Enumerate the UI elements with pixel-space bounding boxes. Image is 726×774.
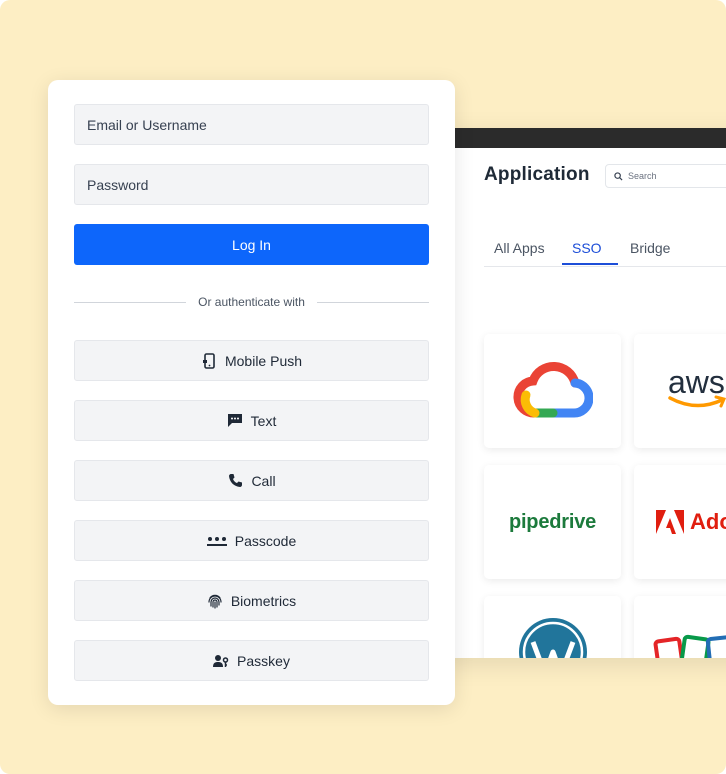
window-title-bar xyxy=(440,128,726,148)
mobile-push-icon xyxy=(201,352,217,369)
adobe-logo-text: Ado xyxy=(690,509,726,534)
app-card-adobe[interactable]: Ado xyxy=(634,465,726,579)
mobile-push-label: Mobile Push xyxy=(224,352,303,369)
divider-line-right xyxy=(316,301,430,303)
biometrics-button[interactable]: Biometrics xyxy=(74,580,429,621)
login-card: Email or Username Password Log In Or aut… xyxy=(48,80,455,705)
text-label: Text xyxy=(250,412,277,429)
pipedrive-logo: pipedrive xyxy=(508,510,597,533)
chat-bubble-icon xyxy=(227,413,243,429)
app-card-pipedrive[interactable]: pipedrive xyxy=(484,465,621,579)
phone-icon xyxy=(227,473,243,489)
call-button[interactable]: Call xyxy=(74,460,429,501)
page-background: Application Search All Apps SSO Bridge a… xyxy=(0,0,726,774)
tab-all-apps[interactable]: All Apps xyxy=(494,236,562,262)
app-card-wordpress[interactable] xyxy=(484,596,621,658)
tab-bridge[interactable]: Bridge xyxy=(618,236,678,262)
search-placeholder: Search xyxy=(628,171,657,181)
password-field[interactable]: Password xyxy=(74,164,429,205)
wordpress-logo xyxy=(518,618,587,658)
text-button[interactable]: Text xyxy=(74,400,429,441)
search-icon xyxy=(614,171,623,181)
fingerprint-icon xyxy=(207,593,223,609)
login-button[interactable]: Log In xyxy=(74,224,429,265)
adobe-a-icon xyxy=(656,510,684,534)
email-field[interactable]: Email or Username xyxy=(74,104,429,145)
app-card-zoho[interactable] xyxy=(634,596,726,658)
divider-line-left xyxy=(74,301,187,303)
passcode-button[interactable]: Passcode xyxy=(74,520,429,561)
app-title: Application xyxy=(484,164,590,185)
passkey-button[interactable]: Passkey xyxy=(74,640,429,681)
passcode-dots-icon xyxy=(206,533,227,549)
app-card-aws[interactable]: aws xyxy=(634,334,726,448)
app-card-google-cloud[interactable] xyxy=(484,334,621,448)
passcode-label: Passcode xyxy=(234,532,297,549)
tab-sso[interactable]: SSO xyxy=(562,236,618,265)
google-cloud-logo xyxy=(513,361,593,418)
passkey-user-icon xyxy=(213,653,229,669)
adobe-logo: Ado xyxy=(656,509,726,535)
aws-smile-icon xyxy=(668,395,726,408)
mobile-push-button[interactable]: Mobile Push xyxy=(74,340,429,381)
app-tabs: All Apps SSO Bridge xyxy=(484,236,726,267)
divider-text: Or authenticate with xyxy=(198,295,305,309)
app-search-input[interactable]: Search xyxy=(605,164,726,188)
biometrics-label: Biometrics xyxy=(230,592,297,609)
call-label: Call xyxy=(251,472,276,489)
auth-divider: Or authenticate with xyxy=(74,292,430,312)
application-window: Application Search All Apps SSO Bridge a… xyxy=(440,128,726,658)
zoho-logo xyxy=(653,634,726,658)
passkey-label: Passkey xyxy=(237,652,290,669)
